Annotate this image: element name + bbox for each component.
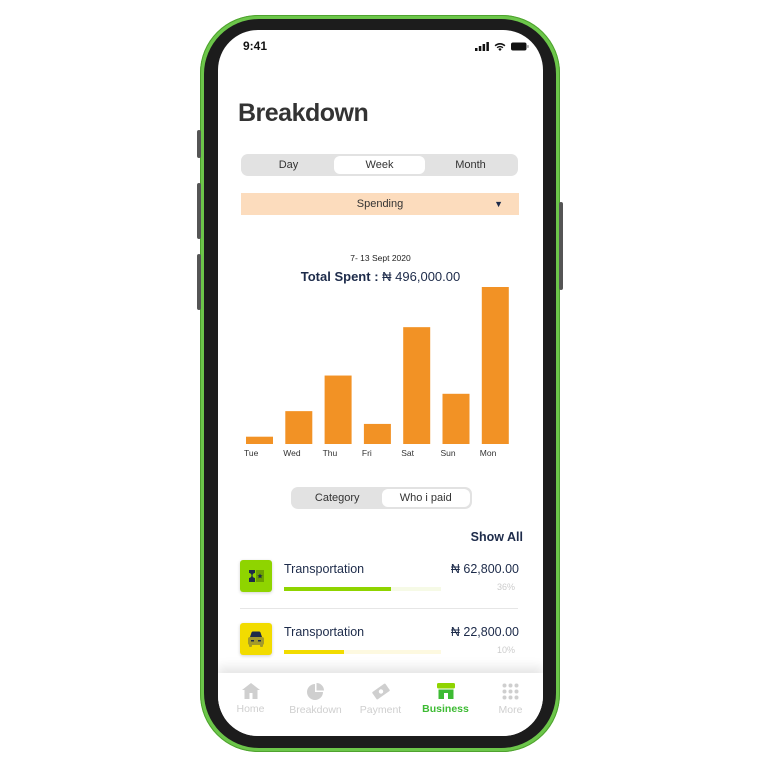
category-progress-bar bbox=[284, 587, 441, 591]
grid-icon bbox=[502, 683, 519, 700]
nav-more[interactable]: More bbox=[478, 673, 543, 736]
category-icon-tile bbox=[240, 560, 272, 592]
pie-chart-icon bbox=[307, 683, 324, 700]
nav-label: Home bbox=[236, 703, 265, 715]
view-by-segmented-control: Category Who i paid bbox=[291, 487, 472, 509]
tab-who-i-paid[interactable]: Who i paid bbox=[381, 489, 470, 507]
chart-bar-sat bbox=[403, 327, 431, 444]
bottom-navigation: Home Breakdown Payment Business More bbox=[218, 673, 543, 736]
chart-bar-wed bbox=[285, 411, 313, 444]
chart-bar-tue bbox=[246, 436, 273, 444]
status-icons bbox=[475, 42, 529, 51]
wifi-icon bbox=[494, 43, 506, 51]
battery-icon bbox=[511, 42, 529, 51]
nav-home[interactable]: Home bbox=[218, 673, 283, 736]
dropdown-selected-value: Spending bbox=[356, 198, 404, 210]
category-percent: 36% bbox=[496, 582, 515, 592]
category-name: Transportation bbox=[284, 562, 365, 576]
chart-x-tick-label: Wed bbox=[283, 448, 301, 458]
store-icon bbox=[436, 683, 455, 699]
volume-down-button bbox=[197, 254, 201, 310]
caret-down-icon: ▼ bbox=[494, 199, 503, 209]
category-progress-fill bbox=[284, 587, 391, 591]
chart-bar-thu bbox=[324, 375, 352, 444]
chart-x-tick-label: Fri bbox=[362, 448, 372, 458]
nav-breakdown[interactable]: Breakdown bbox=[283, 673, 348, 736]
nav-payment[interactable]: Payment bbox=[348, 673, 413, 736]
spending-type-dropdown[interactable]: Spending ▼ bbox=[241, 193, 519, 215]
chart-x-tick-label: Mon bbox=[480, 448, 497, 458]
power-button bbox=[559, 202, 563, 290]
category-icon-tile bbox=[240, 623, 272, 655]
mute-switch bbox=[197, 130, 201, 158]
tab-category[interactable]: Category bbox=[293, 489, 382, 507]
payment-icon bbox=[371, 683, 390, 700]
nav-label: Business bbox=[422, 703, 469, 715]
volume-up-button bbox=[197, 183, 201, 239]
category-percent: 10% bbox=[496, 645, 515, 655]
category-progress-bar bbox=[284, 650, 441, 654]
spending-bar-chart: Tue Wed Thu Fri Sat Sun Mon bbox=[244, 287, 509, 458]
nav-label: Payment bbox=[359, 704, 402, 716]
chart-x-tick-label: Thu bbox=[323, 448, 338, 458]
nav-label: Breakdown bbox=[289, 704, 342, 716]
chart-bar-fri bbox=[363, 423, 391, 444]
nav-business[interactable]: Business bbox=[413, 673, 478, 736]
ticket-icon bbox=[249, 570, 264, 582]
period-segmented-control: Day Week Month bbox=[241, 154, 518, 176]
list-item[interactable]: Transportation ₦ 22,800.00 10% bbox=[240, 623, 521, 673]
app-screen: 9:41 Breakdown Day Week Month Spending ▼… bbox=[218, 30, 543, 736]
page-title: Breakdown bbox=[238, 99, 369, 127]
chart-x-tick-label: Tue bbox=[244, 448, 259, 458]
tab-month[interactable]: Month bbox=[425, 156, 516, 174]
chart-x-tick-label: Sun bbox=[441, 448, 456, 458]
signal-icon bbox=[475, 42, 489, 51]
car-icon bbox=[248, 631, 264, 647]
chart-bar-sun bbox=[442, 393, 470, 444]
tab-day[interactable]: Day bbox=[243, 156, 334, 174]
status-time: 9:41 bbox=[243, 39, 268, 53]
list-item[interactable]: Transportation ₦ 62,800.00 36% bbox=[240, 560, 521, 610]
show-all-link[interactable]: Show All bbox=[471, 530, 523, 544]
chart-bar-mon bbox=[481, 287, 509, 444]
tab-week[interactable]: Week bbox=[334, 156, 425, 174]
chart-x-tick-label: Sat bbox=[401, 448, 414, 458]
nav-label: More bbox=[498, 704, 523, 716]
home-icon bbox=[241, 683, 260, 699]
category-amount: ₦ 22,800.00 bbox=[450, 625, 519, 639]
category-amount: ₦ 62,800.00 bbox=[450, 562, 519, 576]
date-range: 7- 13 Sept 2020 bbox=[350, 253, 411, 263]
category-name: Transportation bbox=[284, 625, 365, 639]
category-progress-fill bbox=[284, 650, 344, 654]
list-divider bbox=[240, 608, 518, 609]
